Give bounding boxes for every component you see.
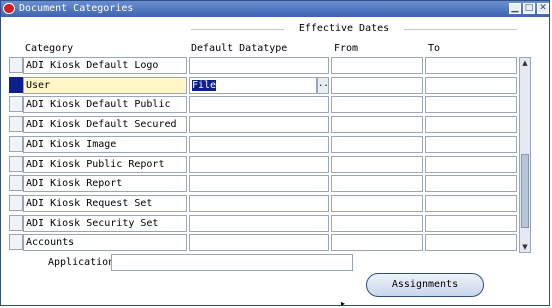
effective-dates-label: Effective Dates	[284, 23, 404, 35]
from-cell[interactable]	[331, 57, 423, 74]
to-cell[interactable]	[425, 57, 517, 74]
datatype-cell[interactable]	[189, 195, 329, 212]
datatype-cell[interactable]: File	[189, 77, 317, 94]
from-cell[interactable]	[331, 136, 423, 153]
category-cell[interactable]: Accounts	[23, 234, 187, 251]
row-selector[interactable]	[9, 136, 23, 152]
document-categories-window: Document Categories ▁ □ ✕ Effective Date…	[0, 0, 550, 308]
datatype-cell[interactable]	[189, 57, 329, 74]
datatype-cell[interactable]	[189, 156, 329, 173]
category-cell[interactable]: ADI Kiosk Default Secured	[23, 116, 187, 133]
window-title: Document Categories	[19, 3, 134, 14]
to-cell[interactable]	[425, 156, 517, 173]
row-selector[interactable]	[9, 96, 23, 112]
scroll-up-icon[interactable]: ▲	[520, 58, 530, 68]
column-header-datatype: Default Datatype	[191, 43, 288, 54]
from-cell[interactable]	[331, 195, 423, 212]
minimize-icon[interactable]: ▁	[509, 3, 521, 14]
row-selector[interactable]	[9, 57, 23, 73]
scroll-thumb[interactable]	[521, 154, 529, 228]
application-label: Application	[48, 257, 115, 268]
category-cell[interactable]: ADI Kiosk Security Set	[23, 215, 187, 232]
row-selector[interactable]	[9, 195, 23, 211]
from-cell[interactable]	[331, 175, 423, 192]
from-cell[interactable]	[331, 234, 423, 251]
from-cell[interactable]	[331, 96, 423, 113]
datatype-cell[interactable]	[189, 234, 329, 251]
category-cell[interactable]: ADI Kiosk Public Report	[23, 156, 187, 173]
category-cell[interactable]: ADI Kiosk Image	[23, 136, 187, 153]
datatype-cell[interactable]	[189, 116, 329, 133]
category-cell[interactable]: ADI Kiosk Default Logo	[23, 57, 187, 74]
row-selector[interactable]	[9, 156, 23, 172]
datatype-cell[interactable]	[189, 215, 329, 232]
to-cell[interactable]	[425, 77, 517, 94]
row-selector[interactable]	[9, 215, 23, 231]
vertical-scrollbar[interactable]: ▲ ▼	[519, 57, 531, 253]
to-cell[interactable]	[425, 96, 517, 113]
cursor-icon: ▸	[341, 299, 346, 308]
category-cell[interactable]: ADI Kiosk Default Public	[23, 96, 187, 113]
application-field[interactable]	[111, 254, 353, 271]
row-selector[interactable]	[9, 77, 23, 93]
maximize-icon[interactable]: □	[523, 3, 535, 14]
to-cell[interactable]	[425, 116, 517, 133]
to-cell[interactable]	[425, 234, 517, 251]
datatype-cell[interactable]	[189, 175, 329, 192]
list-of-values-button[interactable]: ...	[317, 77, 334, 94]
scroll-down-icon[interactable]: ▼	[520, 242, 530, 252]
column-header-category: Category	[25, 43, 74, 54]
from-cell[interactable]	[331, 156, 423, 173]
column-header-from: From	[334, 43, 359, 54]
category-cell[interactable]: User	[23, 77, 187, 94]
column-header-to: To	[428, 43, 441, 54]
from-cell[interactable]	[331, 77, 423, 94]
title-bar: Document Categories ▁ □ ✕	[1, 1, 549, 17]
row-selector[interactable]	[9, 234, 23, 250]
row-selector[interactable]	[9, 116, 23, 132]
to-cell[interactable]	[425, 215, 517, 232]
close-icon[interactable]: ✕	[537, 3, 549, 14]
assignments-button[interactable]: Assignments	[366, 273, 484, 297]
to-cell[interactable]	[425, 175, 517, 192]
from-cell[interactable]	[331, 215, 423, 232]
category-cell[interactable]: ADI Kiosk Report	[23, 175, 187, 192]
to-cell[interactable]	[425, 195, 517, 212]
datatype-value: File	[192, 80, 217, 91]
category-cell[interactable]: ADI Kiosk Request Set	[23, 195, 187, 212]
to-cell[interactable]	[425, 136, 517, 153]
row-selector[interactable]	[9, 175, 23, 191]
from-cell[interactable]	[331, 116, 423, 133]
oracle-icon	[3, 3, 15, 14]
datatype-cell[interactable]	[189, 96, 329, 113]
datatype-cell[interactable]	[189, 136, 329, 153]
